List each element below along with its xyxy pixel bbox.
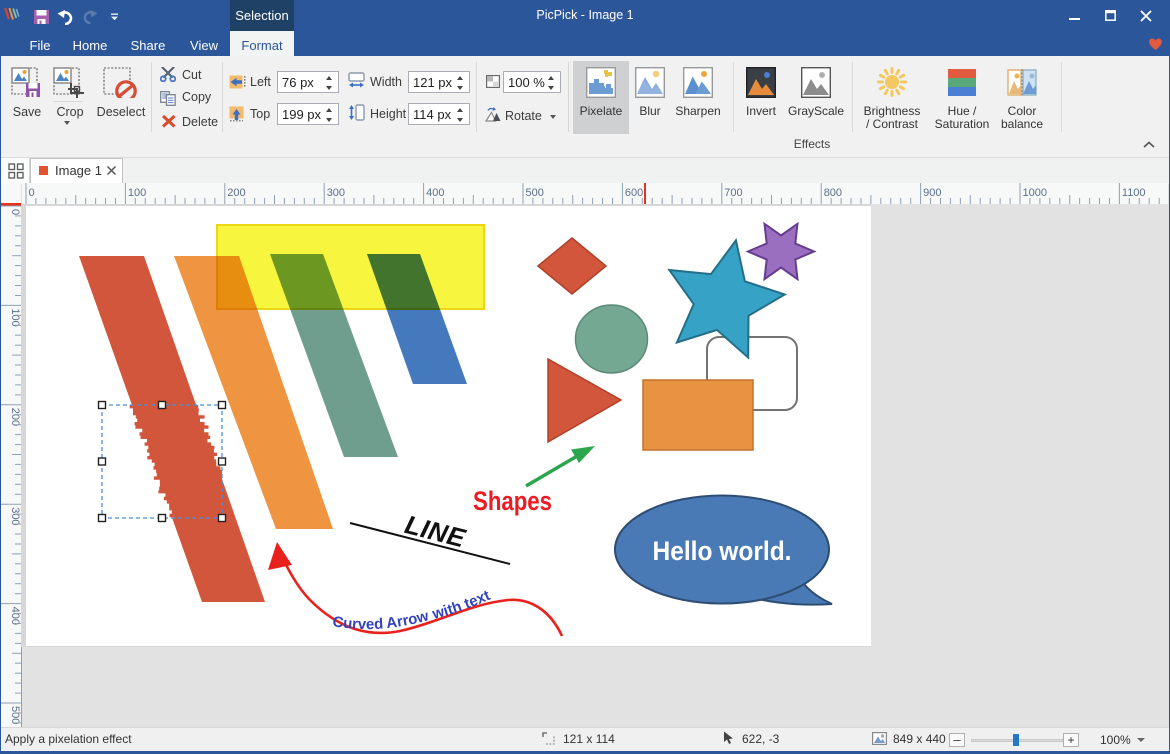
- svg-text:0: 0: [9, 209, 21, 215]
- svg-text:700: 700: [724, 187, 742, 199]
- svg-text:500: 500: [9, 706, 21, 724]
- svg-text:400: 400: [426, 187, 444, 199]
- svg-text:0: 0: [29, 187, 35, 199]
- svg-text:200: 200: [227, 187, 245, 199]
- svg-text:300: 300: [9, 507, 21, 525]
- svg-text:1100: 1100: [1122, 187, 1146, 199]
- svg-text:900: 900: [923, 187, 941, 199]
- svg-text:600: 600: [625, 187, 643, 199]
- svg-text:100: 100: [9, 308, 21, 326]
- svg-text:Shapes: Shapes: [473, 486, 552, 516]
- svg-text:400: 400: [9, 607, 21, 625]
- svg-text:300: 300: [327, 187, 345, 199]
- svg-text:200: 200: [9, 408, 21, 426]
- svg-text:1000: 1000: [1023, 187, 1047, 199]
- svg-text:800: 800: [824, 187, 842, 199]
- svg-text:100: 100: [128, 187, 146, 199]
- svg-text:500: 500: [526, 187, 544, 199]
- svg-text:Hello world.: Hello world.: [653, 536, 792, 566]
